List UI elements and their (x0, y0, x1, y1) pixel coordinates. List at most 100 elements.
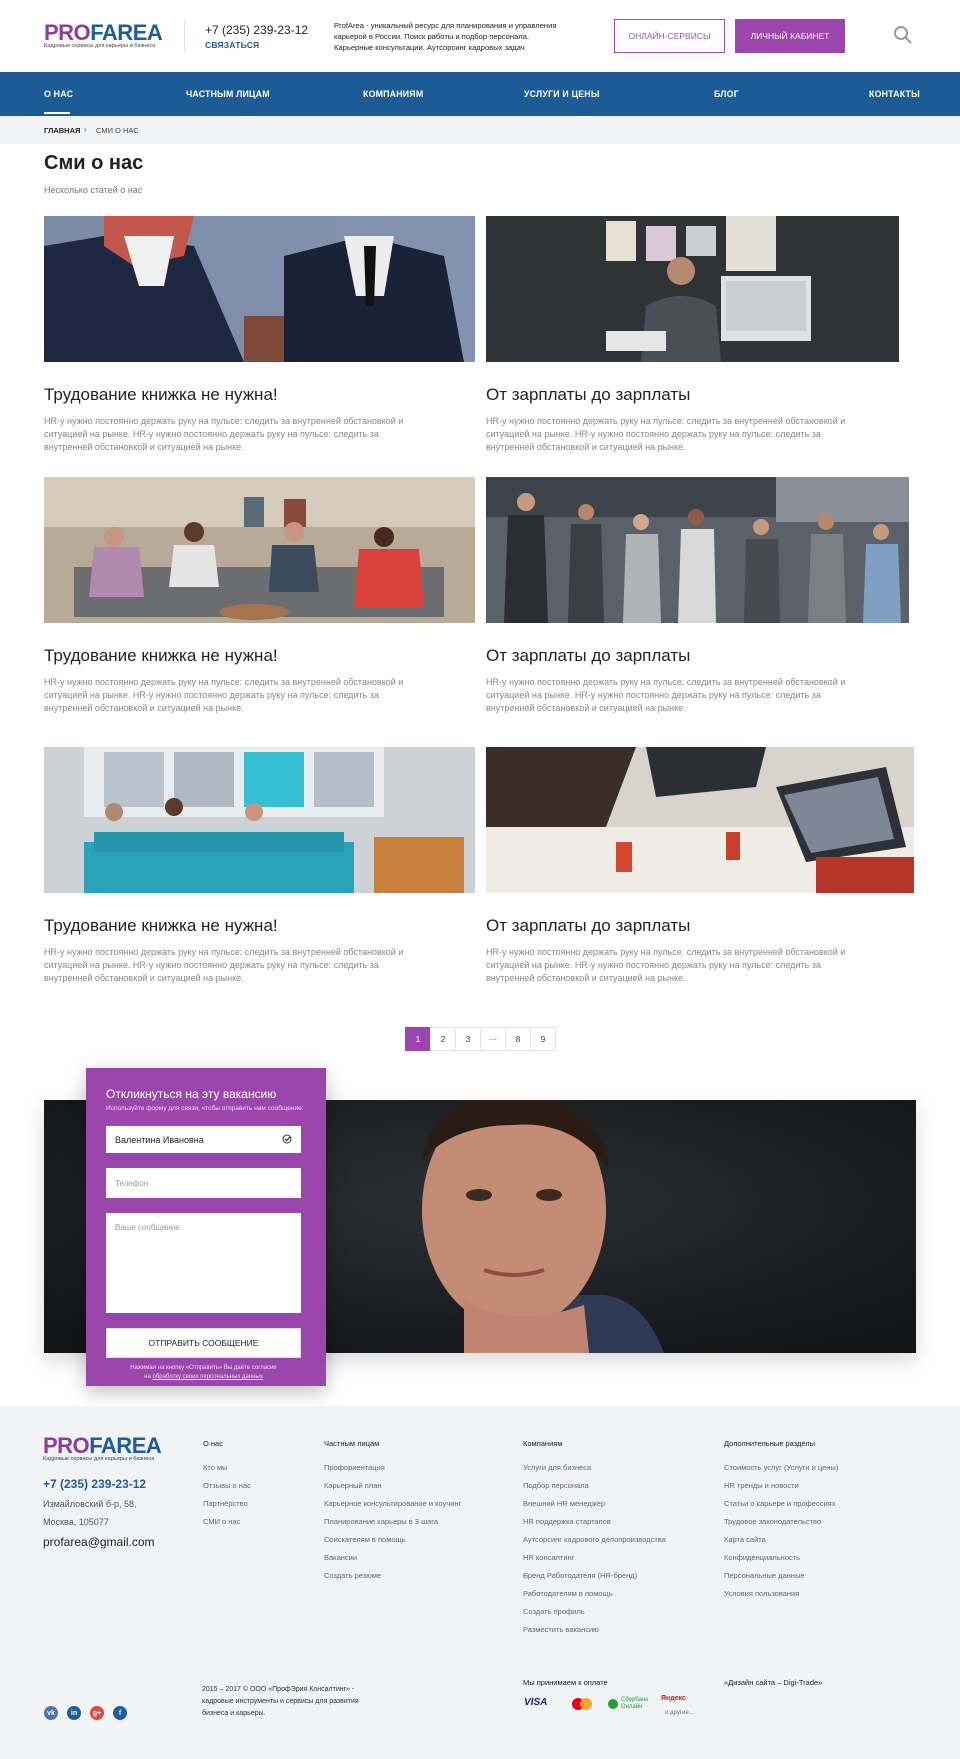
footer-column-title: О нас (203, 1439, 223, 1448)
breadcrumb (0, 116, 960, 144)
article-title[interactable]: От зарплаты до зарплаты (486, 385, 690, 405)
footer-link[interactable]: Соискателям в помощь (324, 1535, 406, 1544)
main-nav: О НАС ЧАСТНЫМ ЛИЦАМ КОМПАНИЯМ УСЛУГИ И Ц… (0, 72, 960, 116)
footer-link[interactable]: Разместить вакансию (523, 1625, 599, 1634)
footer-link[interactable]: Работодателям в помощь (523, 1589, 613, 1598)
page-button-1[interactable]: 1 (405, 1027, 431, 1051)
send-message-button[interactable]: ОТПРАВИТЬ СООБЩЕНИЕ (106, 1328, 301, 1358)
sberbank-label: Сбербанк Онлайн (621, 1697, 648, 1710)
article-title[interactable]: От зарплаты до зарплаты (486, 916, 690, 936)
article-text: HR-у нужно постоянно держать руку на пул… (486, 947, 846, 983)
footer-phone[interactable]: +7 (235) 239-23-12 (43, 1477, 146, 1491)
footer-email[interactable]: profarea@gmail.com (43, 1535, 155, 1549)
nav-item-companies[interactable]: КОМПАНИЯМ (363, 72, 423, 116)
nav-item-contacts[interactable]: КОНТАКТЫ (869, 72, 920, 116)
footer-logo[interactable]: PROFAREA (43, 1435, 162, 1457)
personal-cabinet-button[interactable]: ЛИЧНЫЙ КАБИНЕТ (735, 19, 845, 53)
breadcrumb-current: СМИ О НАС (96, 126, 139, 135)
header-phone[interactable]: +7 (235) 239-23-12 (205, 23, 308, 37)
logo-part-2: FAREA (90, 20, 163, 45)
footer-link[interactable]: Стоимость услуг (Услуги и цены) (724, 1463, 838, 1472)
article-text: HR-у нужно постоянно держать руку на пул… (486, 416, 846, 452)
nav-active-indicator (44, 112, 70, 114)
footer-link[interactable]: Карьерный план (324, 1481, 382, 1490)
page-ellipsis: ··· (480, 1027, 506, 1051)
article-title[interactable]: Трудование книжка не нужна! (44, 916, 278, 936)
form-title: Откликнуться на эту вакансию (106, 1087, 277, 1101)
footer-link[interactable]: Партнёрство (203, 1499, 248, 1508)
page-button-9[interactable]: 9 (530, 1027, 556, 1051)
breadcrumb-home[interactable]: ГЛАВНАЯ (44, 126, 80, 135)
footer-link[interactable]: Профориентация (324, 1463, 385, 1472)
logo-tagline: Кадровые сервисы для карьеры и бизнеса (44, 43, 156, 49)
article-image[interactable] (44, 477, 475, 623)
footer-link[interactable]: Создать резюме (324, 1571, 381, 1580)
form-subtitle: Используйте форму для связи, чтобы отпра… (106, 1105, 304, 1112)
linkedin-icon[interactable]: in (67, 1706, 81, 1720)
article-text: HR-у нужно постоянно держать руку на пул… (44, 677, 404, 713)
google-plus-icon[interactable]: g+ (90, 1706, 104, 1720)
facebook-icon[interactable]: f (113, 1706, 127, 1720)
page-subtitle: Несколько статей о нас (44, 185, 143, 195)
footer-link[interactable]: Внешний HR менеджер (523, 1499, 605, 1508)
message-field[interactable]: Ваше сообщение (106, 1213, 301, 1313)
article-text: HR-у нужно постоянно держать руку на пул… (486, 677, 846, 713)
article-text: HR-у нужно постоянно держать руку на пул… (44, 947, 404, 983)
yandex-icon: Яндекс (661, 1695, 686, 1702)
site-logo[interactable]: PROFAREA (44, 20, 163, 45)
footer-link[interactable]: Кто мы (203, 1463, 228, 1472)
design-credit[interactable]: «Дизайн сайта – Digi-Trade» (724, 1678, 822, 1687)
footer-link[interactable]: Создать профиль (523, 1607, 585, 1616)
footer-link[interactable]: Карьерное консультирование и коучинг (324, 1499, 461, 1508)
footer-link[interactable]: Персональные данные (724, 1571, 805, 1580)
payments-more: и другие... (665, 1710, 694, 1716)
online-services-button[interactable]: ОНЛАЙН-СЕРВИСЫ (614, 19, 725, 53)
footer-link[interactable]: Трудовое законодательство (724, 1517, 821, 1526)
article-title[interactable]: Трудование книжка не нужна! (44, 385, 278, 405)
footer-column-title: Частным лицам (324, 1439, 380, 1448)
article-image[interactable] (486, 747, 914, 893)
article-text: HR-у нужно постоянно держать руку на пул… (44, 416, 404, 452)
article-image[interactable] (44, 216, 475, 362)
footer-link[interactable]: Вакансии (324, 1553, 357, 1562)
footer-link[interactable]: HR поддержка стартапов (523, 1517, 611, 1526)
article-image[interactable] (44, 747, 475, 893)
footer-link[interactable]: Подбор персонала (523, 1481, 589, 1490)
contact-link[interactable]: СВЯЗАТЬСЯ (205, 40, 259, 50)
footer-link[interactable]: Конфиденциальность (724, 1553, 800, 1562)
footer-link[interactable]: Условия пользования (724, 1589, 799, 1598)
nav-item-blog[interactable]: БЛОГ (714, 72, 739, 116)
vk-icon[interactable]: vk (44, 1706, 58, 1720)
footer-link[interactable]: Бренд Работодателя (HR-бренд) (523, 1571, 637, 1580)
nav-item-services[interactable]: УСЛУГИ И ЦЕНЫ (524, 72, 600, 116)
consent-note-line: Нажимая на кнопку «Отправить» Вы даёте с… (130, 1365, 277, 1371)
article-image[interactable] (486, 477, 909, 623)
check-icon (282, 1134, 292, 1146)
nav-item-about[interactable]: О НАС (44, 72, 73, 116)
article-image[interactable] (486, 216, 899, 362)
copyright: 2015 – 2017 © ООО «ПрофЭрия Консалтинг» … (202, 1686, 359, 1717)
nav-item-private[interactable]: ЧАСТНЫМ ЛИЦАМ (186, 72, 270, 116)
footer-link[interactable]: Отзывы о нас (203, 1481, 251, 1490)
article-title[interactable]: Трудование книжка не нужна! (44, 646, 278, 666)
footer-link[interactable]: Статьи о карьере и профессиях (724, 1499, 835, 1508)
footer-logo-tagline: Кадровые сервисы для карьеры и бизнеса (43, 1456, 155, 1462)
footer-link[interactable]: HR консалтинг (523, 1553, 574, 1562)
visa-icon: VISA (524, 1697, 548, 1708)
footer-link[interactable]: Услуги для бизнеса (523, 1463, 591, 1472)
page-button-8[interactable]: 8 (505, 1027, 531, 1051)
footer-link[interactable]: СМИ о нас (203, 1517, 240, 1526)
footer-link[interactable]: Карта сайта (724, 1535, 766, 1544)
phone-field[interactable]: Телефон (106, 1168, 301, 1198)
footer-link[interactable]: Аутсорсинг кадрового делопроизводства (523, 1535, 666, 1544)
page-button-2[interactable]: 2 (430, 1027, 456, 1051)
privacy-link[interactable]: обработку своих персональных данных (152, 1374, 262, 1380)
search-icon[interactable] (893, 25, 913, 45)
article-title[interactable]: От зарплаты до зарплаты (486, 646, 690, 666)
mastercard-icon (570, 1697, 594, 1714)
footer-link[interactable]: HR тренды и новости (724, 1481, 799, 1490)
footer-link[interactable]: Планирование карьеры в 3 шага (324, 1517, 438, 1526)
name-field[interactable]: Валентина Ивановна (106, 1126, 301, 1153)
page-button-3[interactable]: 3 (455, 1027, 481, 1051)
page-title: Сми о нас (44, 152, 144, 174)
